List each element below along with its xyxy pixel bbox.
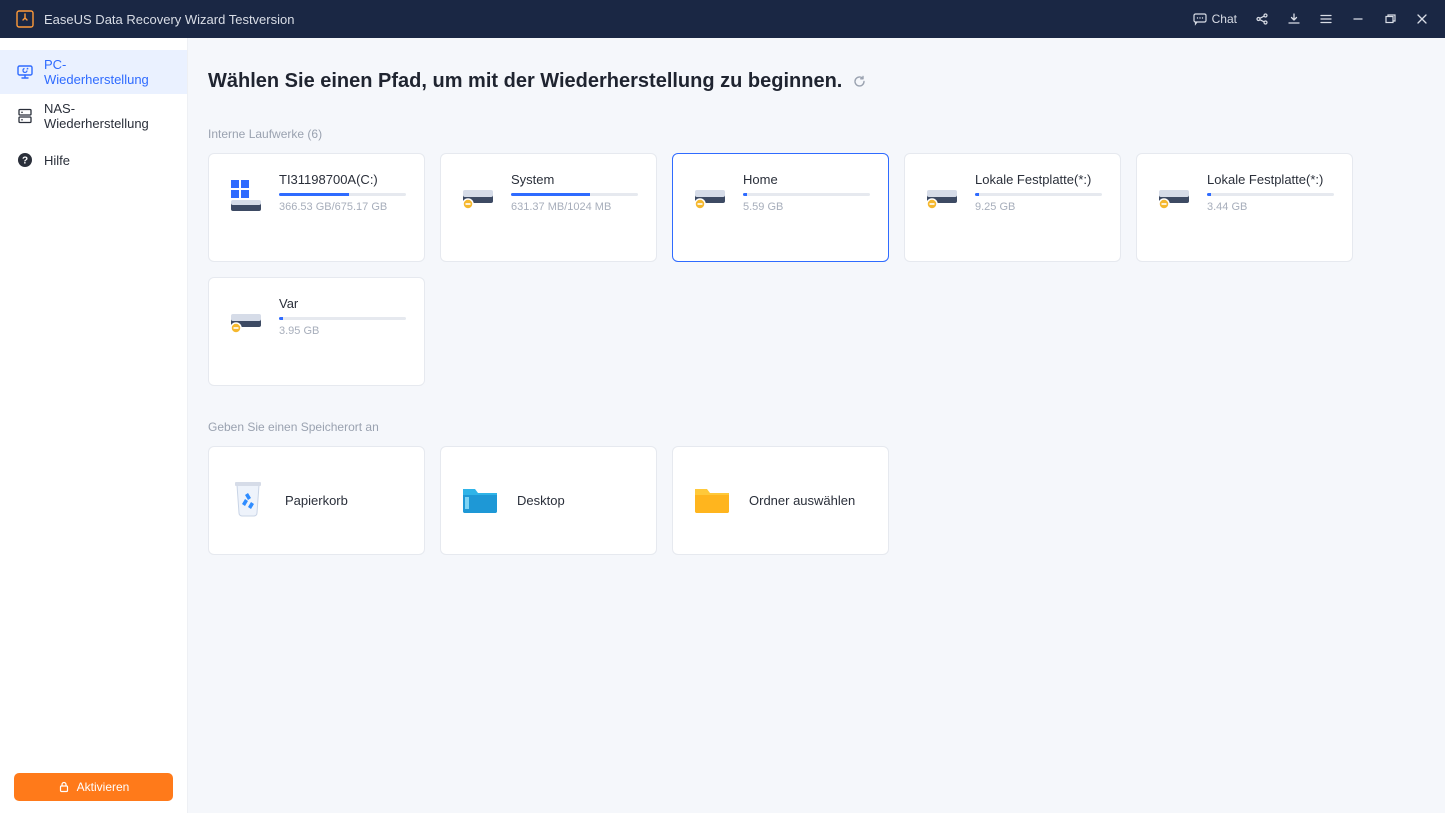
maximize-button[interactable] xyxy=(1377,6,1403,32)
location-card[interactable]: Papierkorb xyxy=(208,446,425,555)
page-heading: Wählen Sie einen Pfad, um mit der Wieder… xyxy=(208,70,867,93)
sidebar-item-nas-recovery[interactable]: NAS-Wiederherstellung xyxy=(0,94,187,138)
sidebar-item-label: PC-Wiederherstellung xyxy=(44,57,171,87)
drive-icon xyxy=(1155,176,1195,216)
sidebar-nav: PC-Wiederherstellung NAS-Wiederherstellu… xyxy=(0,38,187,761)
location-card[interactable]: Ordner auswählen xyxy=(672,446,889,555)
drive-name: Home xyxy=(743,172,870,187)
minimize-icon xyxy=(1351,12,1365,26)
refresh-button[interactable] xyxy=(852,74,867,89)
download-button[interactable] xyxy=(1281,6,1307,32)
svg-text:?: ? xyxy=(22,156,28,167)
drives-section-label: Interne Laufwerke (6) xyxy=(208,127,1419,141)
drive-name: Var xyxy=(279,296,406,311)
sidebar-item-pc-recovery[interactable]: PC-Wiederherstellung xyxy=(0,50,187,94)
desktop-folder-icon xyxy=(459,477,501,519)
chat-label: Chat xyxy=(1212,12,1237,26)
drive-card[interactable]: TI31198700A(C:) 366.53 GB/675.17 GB xyxy=(208,153,425,262)
sidebar-item-label: NAS-Wiederherstellung xyxy=(44,101,171,131)
drive-icon xyxy=(227,300,267,340)
drive-usage-bar xyxy=(975,193,1102,196)
activate-label: Aktivieren xyxy=(77,780,130,794)
drive-card[interactable]: Lokale Festplatte(*:) 9.25 GB xyxy=(904,153,1121,262)
refresh-icon xyxy=(852,74,867,89)
drive-usage-bar xyxy=(279,317,406,320)
drive-meta: 5.59 GB xyxy=(743,201,870,213)
drive-usage-bar xyxy=(1207,193,1334,196)
recycle-bin-icon xyxy=(227,477,269,519)
location-name: Papierkorb xyxy=(285,493,348,508)
drive-usage-bar xyxy=(511,193,638,196)
close-icon xyxy=(1415,12,1429,26)
main-content: Wählen Sie einen Pfad, um mit der Wieder… xyxy=(188,38,1445,813)
chat-icon xyxy=(1193,12,1207,26)
close-button[interactable] xyxy=(1409,6,1435,32)
drive-meta: 366.53 GB/675.17 GB xyxy=(279,201,406,213)
drive-icon xyxy=(691,176,731,216)
drive-meta: 3.44 GB xyxy=(1207,201,1334,213)
share-icon xyxy=(1255,12,1269,26)
monitor-icon xyxy=(16,63,34,81)
app-logo-icon xyxy=(16,10,34,28)
drive-name: System xyxy=(511,172,638,187)
drive-meta: 631.37 MB/1024 MB xyxy=(511,201,638,213)
drive-icon xyxy=(459,176,499,216)
activate-button[interactable]: Aktivieren xyxy=(14,773,173,801)
drive-meta: 3.95 GB xyxy=(279,325,406,337)
windows-drive-icon xyxy=(227,176,267,216)
drive-usage-bar xyxy=(279,193,406,196)
hamburger-icon xyxy=(1319,12,1333,26)
drive-usage-bar xyxy=(743,193,870,196)
chat-button[interactable]: Chat xyxy=(1187,10,1243,28)
folder-icon xyxy=(691,477,733,519)
drive-name: Lokale Festplatte(*:) xyxy=(1207,172,1334,187)
location-name: Desktop xyxy=(517,493,565,508)
titlebar-controls: Chat xyxy=(1187,6,1435,32)
drive-card[interactable]: Var 3.95 GB xyxy=(208,277,425,386)
lock-icon xyxy=(58,781,70,793)
title-bar: EaseUS Data Recovery Wizard Testversion … xyxy=(0,0,1445,38)
drive-name: TI31198700A(C:) xyxy=(279,172,406,187)
locations-grid: Papierkorb Desktop Ordner auswählen xyxy=(208,446,1419,555)
menu-button[interactable] xyxy=(1313,6,1339,32)
location-name: Ordner auswählen xyxy=(749,493,855,508)
sidebar-item-label: Hilfe xyxy=(44,153,70,168)
drive-card[interactable]: Home 5.59 GB xyxy=(672,153,889,262)
drive-icon xyxy=(923,176,963,216)
maximize-icon xyxy=(1383,12,1397,26)
drive-card[interactable]: System 631.37 MB/1024 MB xyxy=(440,153,657,262)
share-button[interactable] xyxy=(1249,6,1275,32)
server-icon xyxy=(16,107,34,125)
window-title: EaseUS Data Recovery Wizard Testversion xyxy=(44,12,1187,27)
sidebar-item-help[interactable]: ? Hilfe xyxy=(0,138,187,182)
drive-card[interactable]: Lokale Festplatte(*:) 3.44 GB xyxy=(1136,153,1353,262)
drive-meta: 9.25 GB xyxy=(975,201,1102,213)
minimize-button[interactable] xyxy=(1345,6,1371,32)
help-icon: ? xyxy=(16,151,34,169)
drives-grid: TI31198700A(C:) 366.53 GB/675.17 GB Syst… xyxy=(208,153,1419,386)
locations-section-label: Geben Sie einen Speicherort an xyxy=(208,420,1419,434)
download-icon xyxy=(1287,12,1301,26)
sidebar: PC-Wiederherstellung NAS-Wiederherstellu… xyxy=(0,38,188,813)
location-card[interactable]: Desktop xyxy=(440,446,657,555)
drive-name: Lokale Festplatte(*:) xyxy=(975,172,1102,187)
